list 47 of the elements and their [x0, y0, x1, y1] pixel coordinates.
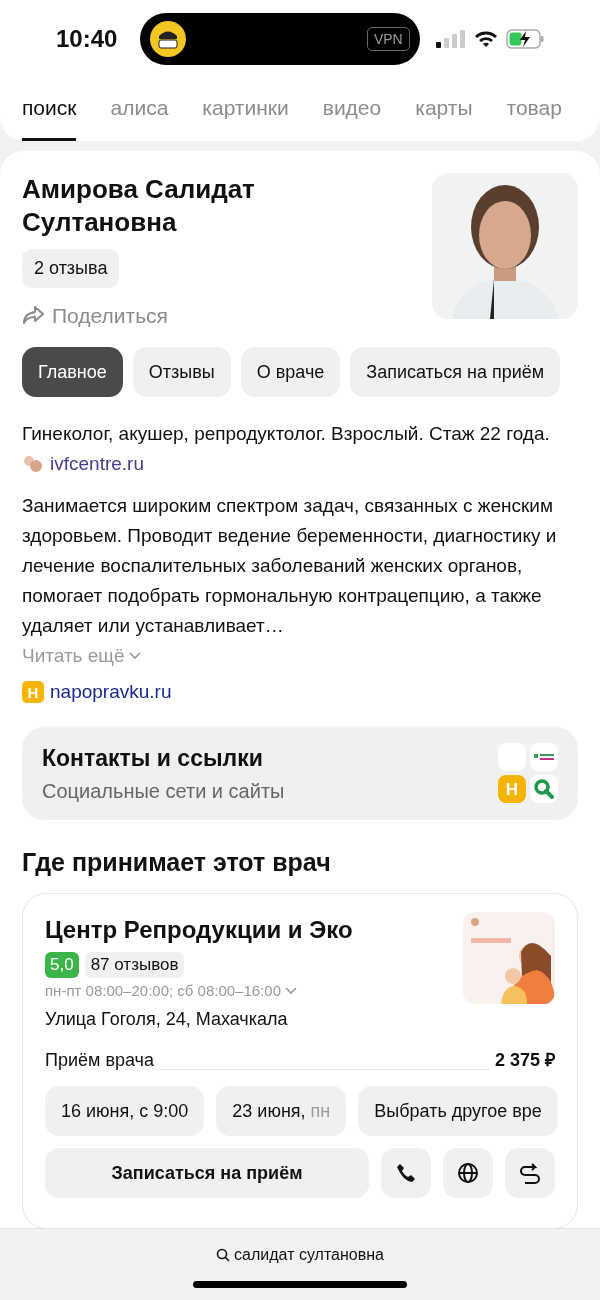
- site-link[interactable]: ivfcentre.ru: [22, 449, 144, 479]
- specialty-text: Гинеколог, акушер, репродуктолог. Взрослый. Стаж 22 года.: [22, 423, 550, 444]
- contacts-subtitle: Социальные сети и сайты: [42, 778, 285, 804]
- source-badge: Н: [22, 681, 44, 703]
- phone-icon: [395, 1162, 417, 1184]
- clinic-address: Улица Гоголя, 24, Махачкала: [45, 1008, 289, 1031]
- battery-charging-icon: [506, 29, 544, 49]
- route-button[interactable]: [505, 1148, 555, 1198]
- time-slot[interactable]: Выбрать другое вре: [358, 1086, 558, 1136]
- search-tab[interactable]: поиск: [22, 88, 77, 141]
- phone-button[interactable]: [381, 1148, 431, 1198]
- reviews-count[interactable]: 87 отзывов: [84, 952, 185, 978]
- globe-icon: [457, 1162, 479, 1184]
- share-icon: [22, 305, 44, 326]
- search-query: салидат султановна: [234, 1245, 384, 1265]
- time-slot[interactable]: 23 июня, пн: [216, 1086, 347, 1136]
- about-text: Занимается широким спектром задач, связанных с женским здоровьем. Проводит ведение беременности, диагностику и лечение воспалительных заболеваний женских органов, помогает подобрать гормональную контрацепцию, а также удаляет или устанавливает…: [22, 494, 558, 638]
- route-icon: [519, 1162, 541, 1184]
- service-name: Приём врача: [45, 1049, 154, 1072]
- clinic-name: Центр Репродукции и Эко: [45, 915, 353, 945]
- cap-logo-icon: [149, 21, 186, 57]
- source-link[interactable]: Н napopravku.ru: [22, 677, 578, 707]
- book-button[interactable]: Записаться на приём: [45, 1148, 369, 1198]
- rating-badge: 5,0: [45, 952, 79, 978]
- section-heading: Где принимает этот врач: [21, 846, 332, 878]
- contacts-card[interactable]: Контакты и ссылки Социальные сети и сайты Н: [22, 727, 578, 820]
- signal-icon: [436, 30, 466, 48]
- section-tab[interactable]: О враче: [240, 347, 341, 397]
- section-tab[interactable]: Главное: [22, 347, 123, 397]
- search-icon: [216, 1248, 231, 1262]
- contacts-badge: Н: [498, 775, 526, 804]
- clock: 10:40: [56, 24, 118, 54]
- contacts-title: Контакты и ссылки: [42, 744, 264, 773]
- globe-button[interactable]: [443, 1148, 493, 1198]
- reviews-count[interactable]: 2 отзыва: [22, 248, 120, 288]
- leaf-logo-icon: [530, 743, 558, 772]
- search-logo-icon: [530, 775, 558, 804]
- service-price: 2 375 ₽: [494, 1049, 555, 1072]
- clinic-logo-icon: [22, 453, 44, 475]
- chevron-down-icon: [285, 986, 297, 995]
- wifi-icon: [474, 30, 498, 48]
- vpn-indicator: VPN: [366, 27, 410, 51]
- doctor-name: Амирова Салидат Султановна: [22, 172, 256, 239]
- section-tab[interactable]: Отзывы: [132, 347, 231, 397]
- section-tab[interactable]: Записаться на приём: [350, 347, 561, 397]
- chevron-down-icon: [128, 652, 141, 660]
- time-slot[interactable]: 16 июня, с 9:00: [45, 1086, 205, 1136]
